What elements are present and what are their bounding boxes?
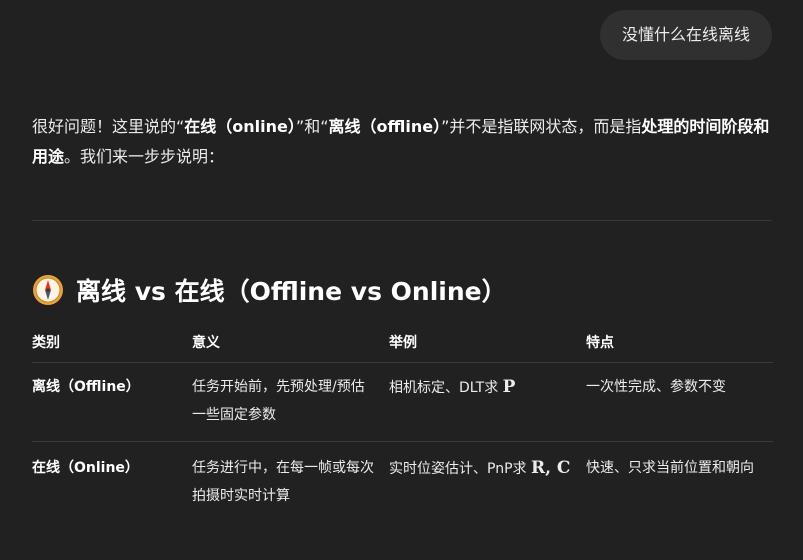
example-math: P bbox=[502, 377, 516, 397]
table-row: 在线（Online） 任务进行中，在每一帧或每次拍摄时实时计算 实时位姿估计、P… bbox=[32, 442, 773, 518]
table-cell-feature: 一次性完成、参数不变 bbox=[586, 379, 726, 395]
table-cell-example: 相机标定、DLT求 P bbox=[389, 373, 586, 429]
table-cell-meaning: 任务开始前，先预处理/预估一些固定参数 bbox=[192, 379, 365, 423]
user-message-bubble: 没懂什么在线离线 bbox=[599, 10, 772, 60]
chat-page: 没懂什么在线离线 很好问题！这里说的“在线（online）”和“离线（offli… bbox=[0, 0, 803, 560]
assistant-answer-paragraph: 很好问题！这里说的“在线（online）”和“离线（offline）”并不是指联… bbox=[32, 112, 772, 172]
answer-text: 很好问题！这里说的“ bbox=[32, 117, 185, 136]
table-cell-example: 实时位姿估计、PnP求 R, C bbox=[389, 454, 586, 510]
answer-bold-offline: 离线（offline） bbox=[328, 117, 442, 136]
section-heading: 离线 vs 在线（Offline vs Online） bbox=[32, 268, 507, 312]
table-header-cell: 特点 bbox=[586, 335, 614, 351]
example-math: R, C bbox=[530, 458, 571, 478]
table-header-cell: 举例 bbox=[389, 335, 417, 351]
compass-icon bbox=[32, 274, 64, 306]
section-divider bbox=[32, 220, 772, 221]
table-cell-feature: 快速、只求当前位置和朝向 bbox=[586, 460, 754, 476]
comparison-table: 类别 意义 举例 特点 离线（Offline） 任务开始前，先预处理/预估一些固… bbox=[32, 326, 773, 518]
table-header-cell: 类别 bbox=[32, 335, 60, 351]
table-row: 离线（Offline） 任务开始前，先预处理/预估一些固定参数 相机标定、DLT… bbox=[32, 363, 773, 442]
section-title: 离线 vs 在线（Offline vs Online） bbox=[76, 277, 507, 306]
table-header-row: 类别 意义 举例 特点 bbox=[32, 326, 773, 363]
table-header-cell: 意义 bbox=[192, 335, 220, 351]
example-text: 相机标定、DLT求 bbox=[389, 380, 503, 396]
table-cell-category: 离线（Offline） bbox=[32, 379, 140, 395]
table-cell-meaning: 任务进行中，在每一帧或每次拍摄时实时计算 bbox=[192, 460, 374, 504]
answer-text: ”并不是指联网状态，而是指 bbox=[441, 117, 642, 136]
example-text: 实时位姿估计、PnP求 bbox=[389, 461, 531, 477]
answer-text: ”和“ bbox=[295, 117, 329, 136]
table-cell-category: 在线（Online） bbox=[32, 460, 139, 476]
answer-text: 。我们来一步步说明： bbox=[64, 147, 225, 166]
answer-bold-online: 在线（online） bbox=[184, 117, 296, 136]
